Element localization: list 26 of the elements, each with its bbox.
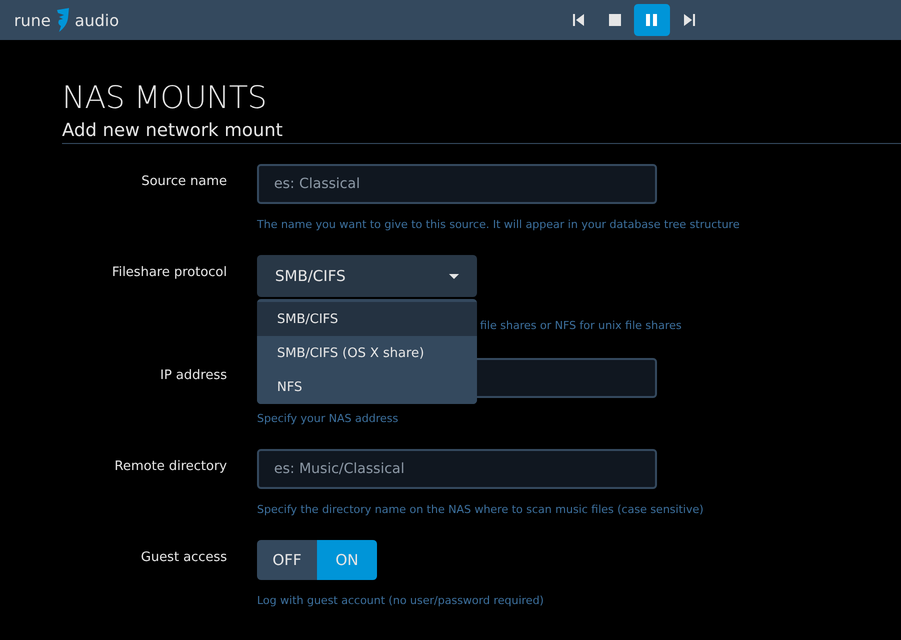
section-heading: Add new network mount [62, 120, 901, 144]
field-label: IP address [159, 367, 227, 385]
field-label: Remote directory [114, 458, 227, 476]
logo-icon [54, 8, 71, 32]
text-field[interactable]: es: Music/Classical [257, 449, 657, 489]
help-text: Specify the directory name on the NAS where to scan music files (case sensitive) [257, 503, 705, 516]
field-label: Source name [140, 173, 227, 191]
pause-icon [646, 14, 658, 26]
skip-back-icon [572, 14, 584, 26]
help-text: Log with guest account (no user/password required) [257, 594, 545, 607]
toggle-option[interactable]: OFF [257, 540, 317, 580]
skip-forward-icon [684, 14, 694, 26]
field-label: Guest access [140, 549, 227, 567]
page-title: NAS MOUNTS [62, 80, 268, 116]
brand-text: rune [14, 10, 51, 30]
pause-button[interactable] [634, 4, 670, 36]
stop-icon [609, 14, 621, 26]
menu-option[interactable]: SMB/CIFS [257, 302, 477, 336]
help-text: Specify your NAS address [257, 412, 400, 425]
field-label: Fileshare protocol [111, 264, 227, 282]
help-text: file shares or NFS for unix file shares [480, 319, 683, 332]
help-text: The name you want to give to this source. It will appear in your database tree structure [257, 218, 741, 231]
text-field[interactable]: es: Classical [257, 164, 657, 204]
brand-text: audio [74, 10, 120, 30]
caret-icon [449, 274, 459, 278]
protocol-select[interactable]: SMB/CIFS [257, 255, 477, 297]
